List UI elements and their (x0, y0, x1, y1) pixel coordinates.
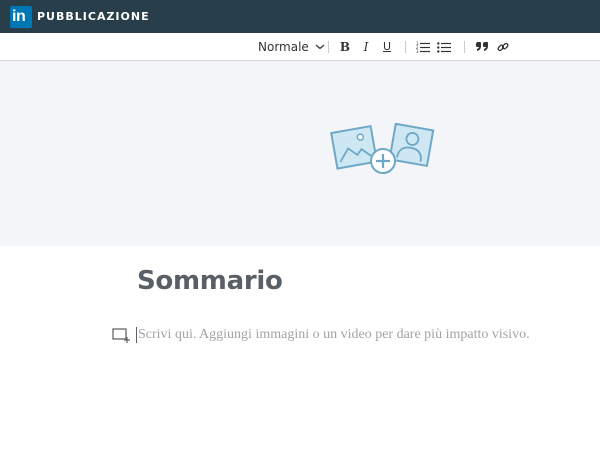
text-cursor (136, 327, 137, 343)
add-media-icon[interactable] (112, 327, 130, 343)
logo-text: in (12, 7, 26, 25)
section-title: PUBBLICAZIONE (37, 10, 150, 23)
bold-button[interactable]: B (338, 33, 352, 60)
bulleted-list-button[interactable] (437, 33, 451, 60)
add-image-icon[interactable] (328, 123, 438, 179)
underline-button[interactable]: U (380, 33, 394, 60)
toolbar-divider (405, 41, 406, 53)
cover-image-area[interactable] (0, 61, 600, 246)
formatting-toolbar: Normale B I U 1 2 3 (0, 33, 600, 61)
chevron-down-icon (315, 44, 325, 49)
quote-icon (476, 41, 488, 51)
quote-button[interactable] (476, 33, 488, 60)
article-title[interactable]: Sommario (137, 266, 283, 296)
svg-text:3: 3 (416, 49, 419, 53)
toolbar-divider (464, 41, 465, 53)
link-button[interactable] (497, 33, 509, 60)
paragraph-style-label: Normale (258, 39, 309, 54)
numbered-list-icon: 1 2 3 (416, 41, 430, 53)
toolbar-divider (328, 41, 329, 53)
top-header-bar: in PUBBLICAZIONE (0, 0, 600, 33)
bulleted-list-icon (437, 41, 451, 53)
link-icon (497, 42, 509, 51)
paragraph-style-dropdown[interactable]: Normale (258, 33, 325, 60)
numbered-list-button[interactable]: 1 2 3 (416, 33, 430, 60)
linkedin-logo[interactable]: in (10, 5, 32, 28)
article-body-input[interactable]: Scrivi qui. Aggiungi immagini o un video… (138, 327, 530, 343)
italic-button[interactable]: I (359, 33, 373, 60)
